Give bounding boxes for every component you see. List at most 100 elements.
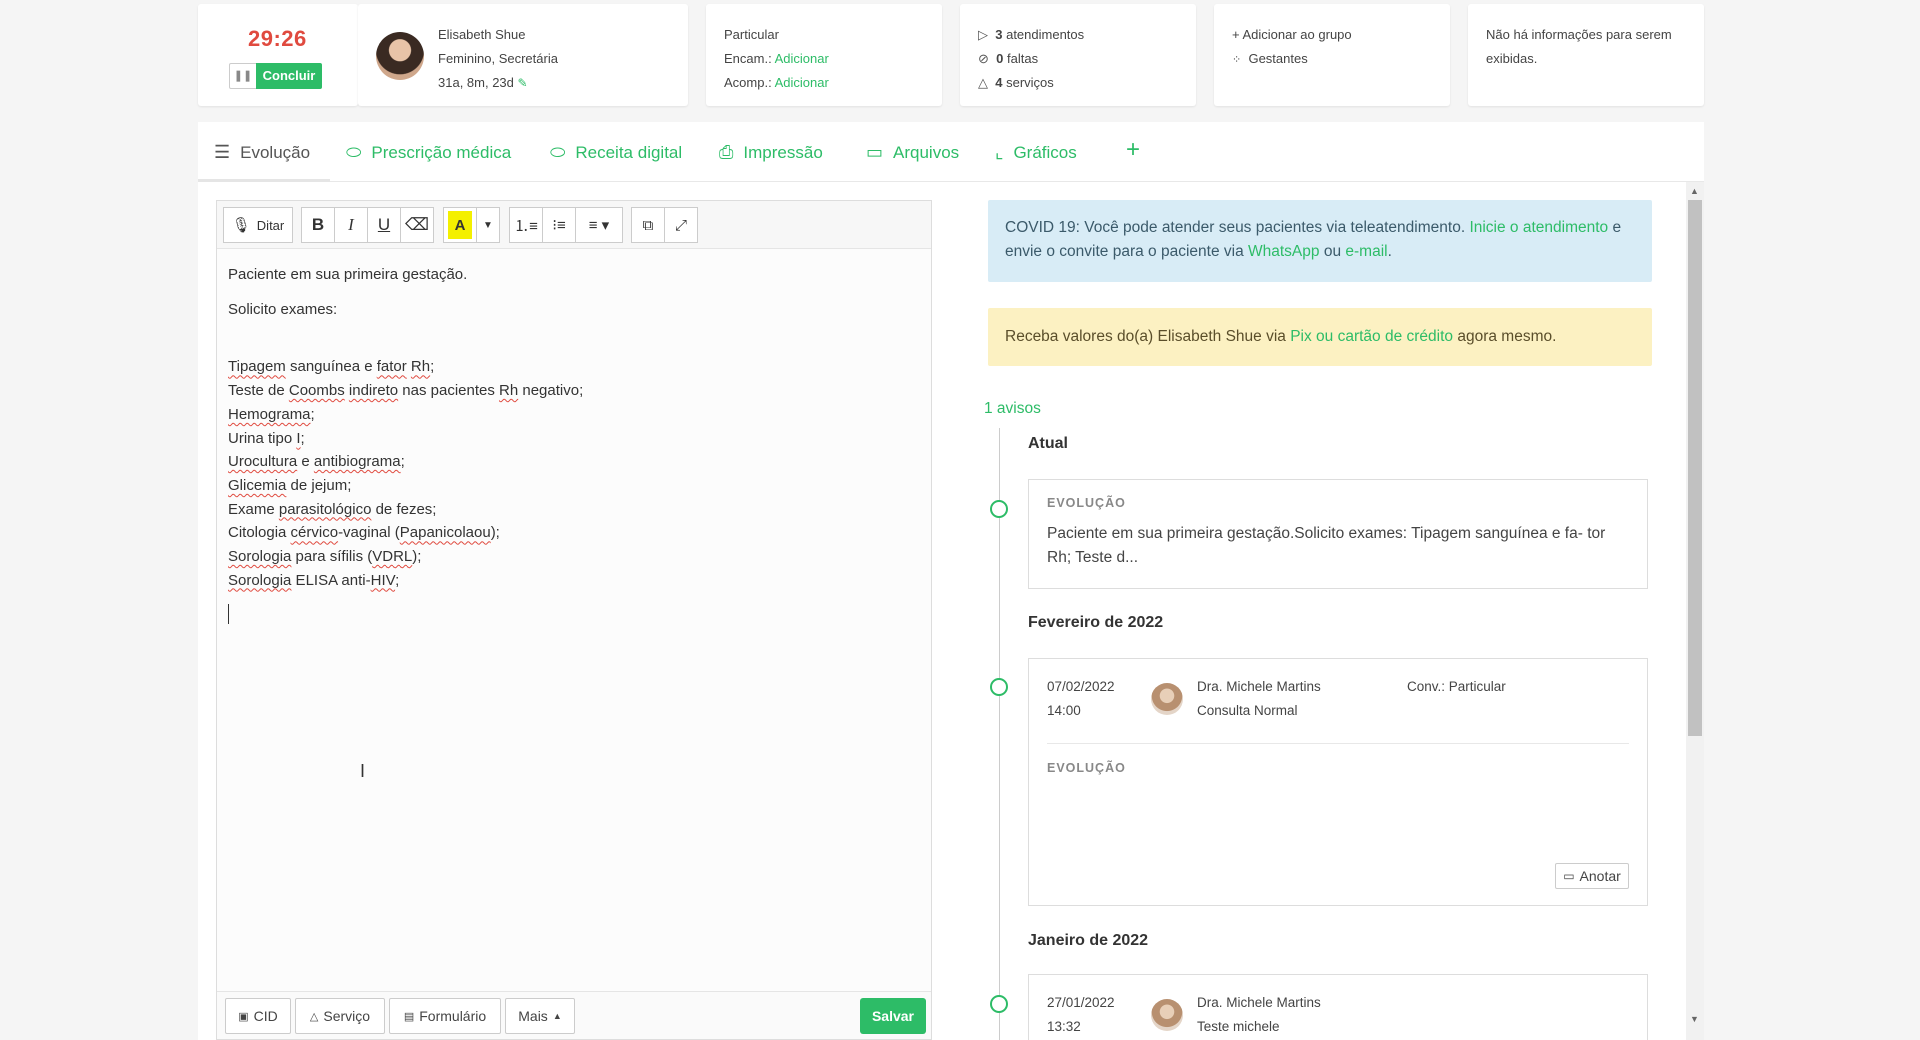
align-button[interactable]: ≡ ▾ (575, 207, 623, 243)
editor-line: Solicito exames: (228, 300, 338, 318)
editor-line: Glicemia de jejum; (228, 476, 352, 494)
pill-icon: ⬭ (346, 142, 362, 162)
servico-button[interactable]: △ Serviço (295, 998, 385, 1034)
evolution-editor: 🎙 Ditar B I U ⌫ A ▼ ⒈≡ ⁝≡ ≡ ▾ ⧉ ⤢ Pacient… (216, 200, 932, 1040)
timeline-heading: Fevereiro de 2022 (1028, 614, 1164, 631)
session-timer: 29:26 (248, 26, 307, 51)
tab-prescricao[interactable]: ⬭ Prescrição médica (346, 142, 511, 163)
tab-arquivos[interactable]: ▭ Arquivos (866, 142, 959, 163)
unordered-list-button[interactable]: ⁝≡ (542, 207, 576, 243)
group-icon: ⁘ (1232, 54, 1242, 66)
atendimentos-row[interactable]: ▷ 3 atendimentos (978, 23, 1084, 47)
doctor-name: Dra. Michele Martins (1197, 679, 1321, 694)
servicos-row[interactable]: △ 4 serviços (978, 71, 1084, 95)
ordered-list-button[interactable]: ⒈≡ (509, 207, 543, 243)
evolution-preview: Paciente em sua primeira gestação.Solici… (1047, 525, 1606, 566)
appointment-date: 07/02/2022 (1047, 679, 1115, 694)
start-teleconsult-link[interactable]: Inicie o atendimento (1469, 219, 1608, 236)
editor-line: Tipagem sanguínea e fator Rh; (228, 358, 435, 376)
italic-button[interactable]: I (334, 207, 368, 243)
caret-down-icon: ▼ (483, 219, 493, 231)
no-info-text: Não há informações para serem exibidas. (1486, 27, 1672, 66)
editor-line: Urocultura e antibiograma; (228, 453, 405, 471)
timeline-dot (990, 500, 1008, 518)
email-link[interactable]: e-mail (1345, 243, 1387, 260)
dictate-button[interactable]: 🎙 Ditar (223, 207, 293, 243)
pause-icon: ❚❚ (233, 70, 253, 82)
eraser-button[interactable]: ⌫ (400, 207, 434, 243)
editor-line: Sorologia para sífilis (VDRL); (228, 548, 422, 566)
plus-icon: + (1126, 136, 1141, 163)
faltas-row[interactable]: ⊘ 0 faltas (978, 47, 1084, 71)
bold-button[interactable]: B (301, 207, 335, 243)
highlight-button[interactable]: A (443, 207, 477, 243)
pill-icon: ⬭ (550, 142, 566, 162)
timeline-line (999, 428, 1000, 1040)
right-panel-scrollbar[interactable]: ▲ ▼ (1686, 182, 1704, 1040)
doctor-avatar (1151, 683, 1183, 715)
timer-card: 29:26 ❚❚ Concluir (198, 4, 358, 106)
clipboard-icon: ▤ (403, 1010, 415, 1023)
encam-add-link[interactable]: Adicionar (775, 51, 829, 66)
plus-icon: + (1232, 27, 1240, 42)
main-content: 🎙 Ditar B I U ⌫ A ▼ ⒈≡ ⁝≡ ≡ ▾ ⧉ ⤢ Pacient… (198, 182, 1704, 1040)
tab-graficos[interactable]: ⌞ Gráficos (995, 142, 1077, 163)
patient-age-row: 31a, 8m, 23d ✎ (438, 71, 558, 95)
tab-receita-digital[interactable]: ⬭ Receita digital (550, 142, 682, 163)
info-card: Não há informações para serem exibidas. (1468, 4, 1704, 106)
tab-impressao[interactable]: ⎙ Impressão (719, 142, 823, 163)
pencil-icon[interactable]: ✎ (518, 76, 528, 90)
scroll-up-icon[interactable]: ▲ (1690, 186, 1699, 196)
save-button[interactable]: Salvar (860, 998, 926, 1034)
appointment-date: 27/01/2022 (1047, 995, 1115, 1010)
copy-icon: ⧉ (642, 216, 654, 234)
add-group-link[interactable]: + Adicionar ao grupo (1232, 23, 1352, 47)
scroll-down-icon[interactable]: ▼ (1690, 1014, 1699, 1024)
evolution-label: EVOLUÇÃO (1047, 761, 1126, 775)
editor-line: Urina tipo I; (228, 429, 305, 447)
current-evolution-card[interactable]: EVOLUÇÃO Paciente em sua primeira gestaç… (1028, 479, 1648, 589)
highlight-dropdown[interactable]: ▼ (476, 207, 500, 243)
underline-button[interactable]: U (367, 207, 401, 243)
tab-evolucao[interactable]: ☰ Evolução (214, 142, 310, 163)
comment-icon: ▭ (1563, 869, 1575, 883)
appointment-type: Teste michele (1197, 1019, 1280, 1034)
whatsapp-link[interactable]: WhatsApp (1248, 243, 1320, 260)
patient-details: Feminino, Secretária (438, 51, 558, 66)
triangle-icon: △ (309, 1010, 319, 1023)
fullscreen-button[interactable]: ⤢ (664, 207, 698, 243)
editor-content[interactable]: Paciente em sua primeira gestação. Solic… (217, 249, 931, 646)
group-card: + Adicionar ao grupo ⁘ Gestantes (1214, 4, 1450, 106)
editor-footer: ▣ CID △ Serviço ▤ Formulário Mais ▲ Salvar (217, 991, 931, 1039)
concluir-button[interactable]: Concluir (256, 63, 322, 89)
align-left-icon: ≡ ▾ (588, 217, 610, 234)
mais-button[interactable]: Mais ▲ (505, 998, 575, 1034)
text-caret (228, 604, 229, 625)
pix-link[interactable]: Pix ou cartão de crédito (1290, 328, 1453, 345)
copy-format-button[interactable]: ⧉ (631, 207, 665, 243)
pause-button[interactable]: ❚❚ (229, 63, 257, 89)
acomp-row: Acomp.: Adicionar (724, 71, 829, 95)
anotar-button[interactable]: ▭ Anotar (1555, 863, 1629, 889)
add-tab-button[interactable]: + (1126, 136, 1140, 164)
appointment-time: 13:32 (1047, 1019, 1081, 1034)
scrollbar-thumb[interactable] (1688, 200, 1702, 736)
timeline-dot (990, 678, 1008, 696)
appointment-card: 27/01/2022 13:32 Dra. Michele Martins Te… (1028, 974, 1648, 1040)
formulario-button[interactable]: ▤ Formulário (389, 998, 501, 1034)
cid-button[interactable]: ▣ CID (225, 998, 291, 1034)
play-icon: ▷ (978, 27, 988, 42)
avisos-link[interactable]: 1 avisos (984, 400, 1041, 418)
timeline-heading: Atual (1028, 435, 1068, 452)
editor-line: Hemograma; (228, 405, 315, 423)
patient-avatar[interactable] (376, 32, 424, 80)
covid-alert: COVID 19: Você pode atender seus pacient… (988, 200, 1652, 282)
cid-icon: ▣ (238, 1010, 249, 1023)
patient-name[interactable]: Elisabeth Shue (438, 23, 558, 47)
doctor-name: Dra. Michele Martins (1197, 995, 1321, 1010)
acomp-add-link[interactable]: Adicionar (775, 75, 829, 90)
encam-label: Encam.: (724, 51, 772, 66)
group-item[interactable]: ⁘ Gestantes (1232, 47, 1352, 72)
appointment-convenio: Conv.: Particular (1407, 679, 1506, 694)
list-icon: ☰ (214, 142, 231, 162)
